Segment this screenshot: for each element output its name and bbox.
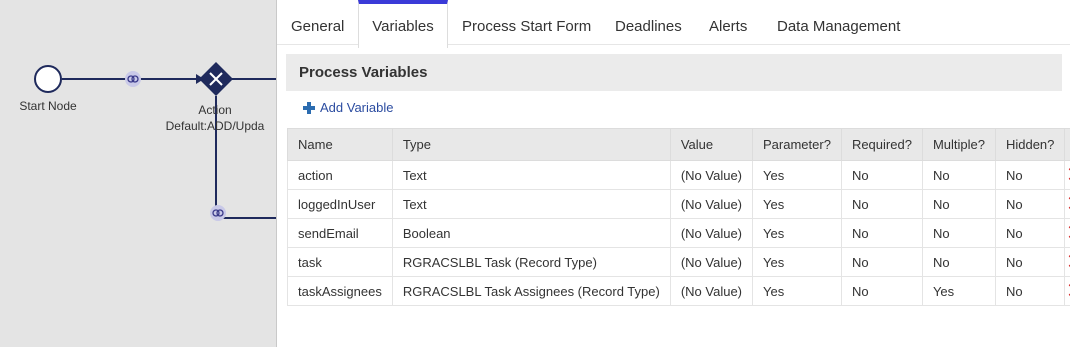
action-node-label: Action Default:ADD/Upda: [160, 102, 270, 134]
col-header-hidden[interactable]: Hidden?: [994, 128, 1066, 161]
start-node-label: Start Node: [19, 99, 77, 113]
action-label-line2: Default:ADD/Upda: [165, 119, 265, 133]
cell-name: sendEmail: [287, 218, 393, 248]
cell-delete: [1064, 189, 1070, 219]
table-row[interactable]: action Text (No Value) Yes No No No: [287, 160, 1070, 190]
table-row[interactable]: task RGRACSLBL Task (Record Type) (No Va…: [287, 247, 1070, 277]
table-header-row: Name Type Value Parameter? Required? Mul…: [287, 128, 1070, 161]
cell-hidden: No: [994, 218, 1066, 248]
col-header-name[interactable]: Name: [287, 128, 393, 161]
cell-required: No: [840, 160, 923, 190]
tab-variables[interactable]: Variables: [358, 0, 448, 48]
cell-type: RGRACSLBL Task Assignees (Record Type): [391, 276, 671, 306]
col-header-value[interactable]: Value: [669, 128, 754, 161]
cell-value: (No Value): [669, 160, 754, 190]
tab-general[interactable]: General: [291, 0, 344, 44]
cell-delete: [1064, 276, 1070, 306]
cell-type: Boolean: [391, 218, 671, 248]
cell-hidden: No: [994, 276, 1066, 306]
cell-name: action: [287, 160, 393, 190]
cell-parameter: Yes: [752, 218, 842, 248]
start-node-icon[interactable]: [34, 65, 62, 93]
process-diagram: [34, 62, 276, 221]
cell-delete: [1064, 247, 1070, 277]
cell-required: No: [840, 189, 923, 219]
tab-deadlines[interactable]: Deadlines: [615, 0, 682, 44]
col-header-actions: [1064, 128, 1070, 161]
section-title: Process Variables: [299, 64, 428, 81]
cell-parameter: Yes: [752, 189, 842, 219]
cell-hidden: No: [994, 160, 1066, 190]
cell-hidden: No: [994, 247, 1066, 277]
tab-alerts[interactable]: Alerts: [709, 0, 747, 44]
variables-table: Name Type Value Parameter? Required? Mul…: [287, 128, 1070, 306]
plus-icon: [303, 101, 315, 114]
cell-required: No: [840, 218, 923, 248]
properties-panel: General Variables Process Start Form Dea…: [277, 0, 1070, 347]
link-chain-icon[interactable]: [125, 71, 141, 87]
cell-type: Text: [391, 160, 671, 190]
cell-multiple: No: [921, 247, 996, 277]
col-header-type[interactable]: Type: [391, 128, 671, 161]
cell-parameter: Yes: [752, 160, 842, 190]
gateway-x-icon[interactable]: [199, 62, 233, 96]
cell-required: No: [840, 276, 923, 306]
col-header-multiple[interactable]: Multiple?: [921, 128, 996, 161]
cell-name: task: [287, 247, 393, 277]
cell-name: loggedInUser: [287, 189, 393, 219]
cell-delete: [1064, 218, 1070, 248]
cell-parameter: Yes: [752, 276, 842, 306]
cell-value: (No Value): [669, 276, 754, 306]
cell-hidden: No: [994, 189, 1066, 219]
cell-delete: [1064, 160, 1070, 190]
cell-value: (No Value): [669, 218, 754, 248]
cell-parameter: Yes: [752, 247, 842, 277]
cell-type: Text: [391, 189, 671, 219]
link-chain-icon[interactable]: [210, 205, 226, 221]
col-header-parameter[interactable]: Parameter?: [752, 128, 842, 161]
add-variable-button[interactable]: Add Variable: [303, 100, 393, 115]
action-label-line1: Action: [198, 103, 232, 117]
cell-required: No: [840, 247, 923, 277]
cell-multiple: No: [921, 160, 996, 190]
cell-multiple: Yes: [921, 276, 996, 306]
cell-value: (No Value): [669, 189, 754, 219]
cell-multiple: No: [921, 218, 996, 248]
cell-name: taskAssignees: [287, 276, 393, 306]
table-row[interactable]: sendEmail Boolean (No Value) Yes No No N…: [287, 218, 1070, 248]
col-header-required[interactable]: Required?: [840, 128, 923, 161]
add-variable-label: Add Variable: [320, 100, 394, 115]
section-header: Process Variables: [286, 54, 1062, 91]
cell-multiple: No: [921, 189, 996, 219]
tab-data-management[interactable]: Data Management: [777, 0, 900, 44]
table-row[interactable]: loggedInUser Text (No Value) Yes No No N…: [287, 189, 1070, 219]
table-row[interactable]: taskAssignees RGRACSLBL Task Assignees (…: [287, 276, 1070, 306]
tab-bar: General Variables Process Start Form Dea…: [277, 0, 1070, 48]
cell-value: (No Value): [669, 247, 754, 277]
cell-type: RGRACSLBL Task (Record Type): [391, 247, 671, 277]
tab-process-start-form[interactable]: Process Start Form: [462, 0, 591, 44]
process-canvas[interactable]: Start Node Action Default:ADD/Upda: [0, 0, 277, 347]
